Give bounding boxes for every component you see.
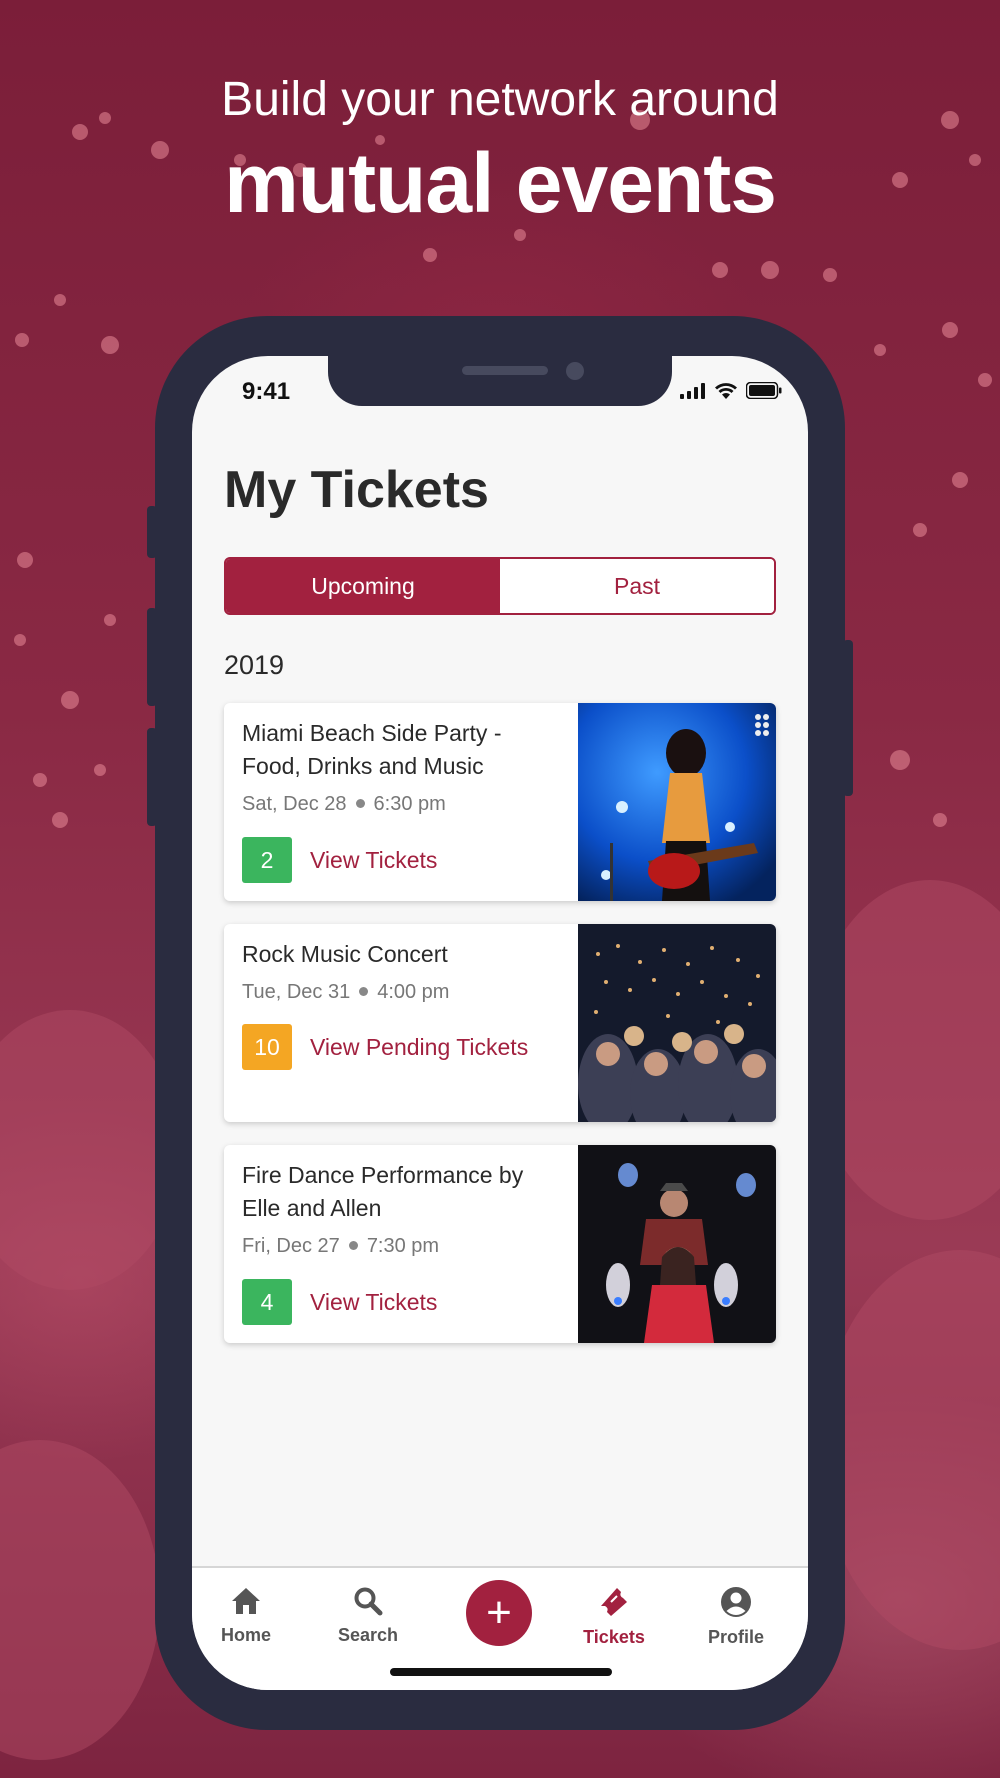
tab-search-label: Search [337,1625,399,1645]
wifi-icon [715,383,737,399]
event-name-line2: Food, Drinks and Music [242,753,484,779]
event-name-line1: Fire Dance Performance by [242,1162,524,1188]
event-time: 6:30 pm [373,793,446,815]
event-info: Fire Dance Performance by Elle and Allen… [242,1159,582,1258]
separator-dot [359,986,369,996]
event-day: Tue, Dec 31 [242,981,351,1003]
profile-icon [721,1587,751,1617]
event-image-fire-dancers [578,1145,776,1343]
event-card[interactable]: Fire Dance Performance by Elle and Allen… [224,1145,776,1343]
headline: Build your network around mutual events [0,72,1000,232]
front-camera [566,362,584,380]
view-tickets-link[interactable]: 2 View Tickets [242,837,437,883]
event-card[interactable]: Rock Music Concert Tue, Dec 31 4:00 pm 10… [224,924,776,1122]
search-icon [354,1587,383,1616]
phone-volume-down-button [147,728,157,826]
phone-mute-switch [147,506,157,558]
event-image-crowd [578,924,776,1122]
headline-line1: Build your network around [221,73,779,126]
event-name-line2: Elle and Allen [242,1195,382,1221]
tab-home-label: Home [220,1625,271,1645]
tab-tickets-label: Tickets [583,1627,645,1647]
section-year-header: 2019 [224,650,285,680]
home-icon [232,1588,260,1614]
page-title: My Tickets [224,461,489,519]
home-indicator [390,1668,612,1676]
earpiece-speaker [462,366,548,375]
event-day: Sat, Dec 28 [242,793,347,815]
event-info: Miami Beach Side Party - Food, Drinks an… [242,717,582,816]
phone-screen: 9:41 My Tickets Upcoming Past 2019 Miami… [192,356,808,1690]
event-name-line1: Miami Beach Side Party - [242,720,502,746]
separator-dot [348,1240,358,1250]
event-image-guitarist [578,703,776,901]
battery-icon [746,382,782,399]
status-time: 9:41 [242,378,291,405]
tab-search[interactable]: Search [318,1586,418,1646]
view-tickets-label: View Tickets [310,1288,438,1315]
ticket-filter-segmented-control: Upcoming Past [224,557,776,615]
event-time: 4:00 pm [377,981,450,1003]
view-tickets-link[interactable]: 4 View Tickets [242,1279,437,1325]
phone-volume-up-button [147,608,157,706]
bottom-tab-bar: Home Search + Tickets Profile [192,1566,808,1690]
ticket-count-badge: 10 [242,1024,292,1070]
add-event-button[interactable]: + [466,1580,532,1646]
view-tickets-label: View Pending Tickets [310,1033,529,1060]
cellular-signal-icon [680,382,705,399]
tab-home[interactable]: Home [196,1586,296,1646]
phone-power-button [843,640,853,796]
phone-frame: 9:41 My Tickets Upcoming Past 2019 Miami… [147,316,853,1730]
event-time: 7:30 pm [366,1235,440,1257]
segment-past[interactable]: Past [500,559,774,613]
event-day: Fri, Dec 27 [242,1235,340,1257]
ticket-count-badge: 2 [242,837,292,883]
event-datetime: Fri, Dec 27 7:30 pm [242,1235,582,1258]
ticket-icon [601,1588,627,1616]
event-name-line1: Rock Music Concert [242,941,448,967]
ticket-count-badge: 4 [242,1279,292,1325]
tab-profile-label: Profile [707,1627,764,1647]
view-tickets-label: View Tickets [310,846,438,873]
headline-line2: mutual events [224,136,777,230]
segment-upcoming[interactable]: Upcoming [226,559,500,613]
event-datetime: Sat, Dec 28 6:30 pm [242,793,582,816]
status-icons [680,382,782,399]
event-datetime: Tue, Dec 31 4:00 pm [242,981,582,1004]
view-pending-tickets-link[interactable]: 10 View Pending Tickets [242,1024,528,1070]
event-card[interactable]: Miami Beach Side Party - Food, Drinks an… [224,703,776,901]
tab-tickets[interactable]: Tickets [564,1586,664,1648]
phone-notch [328,356,672,406]
separator-dot [355,798,365,808]
event-info: Rock Music Concert Tue, Dec 31 4:00 pm [242,938,582,1004]
tab-profile[interactable]: Profile [686,1586,786,1648]
